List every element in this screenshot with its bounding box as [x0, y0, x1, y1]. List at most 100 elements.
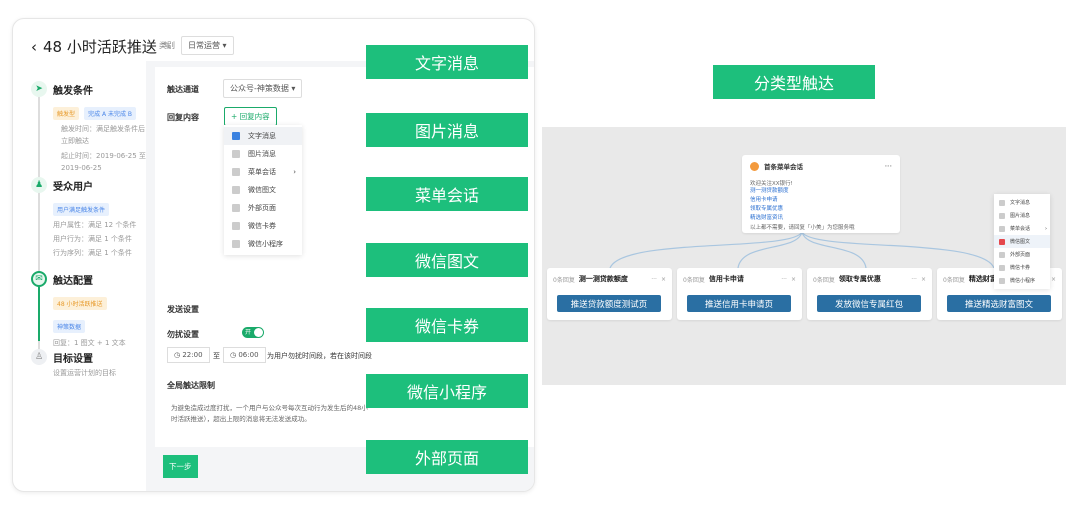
menu-item[interactable]: 微信卡券 — [994, 261, 1050, 274]
menu-item[interactable]: 微信小程序 — [994, 274, 1050, 287]
menu-label: 外部页面 — [1010, 252, 1031, 258]
child-node[interactable]: 0条回复 测一测贷款额度 ··· × 推送贷款额度测试页 — [547, 268, 672, 320]
back-icon[interactable]: ‹ — [31, 38, 37, 56]
time-from-input[interactable]: ◷ 22:00 — [167, 347, 210, 363]
menu-label: 微信图文 — [1010, 239, 1031, 245]
root-link[interactable]: 信用卡申请 — [750, 196, 892, 205]
more-icon[interactable]: ··· — [781, 276, 787, 283]
menu-item[interactable]: 外部页面 — [994, 248, 1050, 261]
root-link[interactable]: 领取专属优惠 — [750, 205, 892, 214]
step-detail: 起止时间：2019-06-25 至 2019-06-25 — [61, 152, 146, 172]
root-link[interactable]: 精选财富资讯 — [750, 214, 892, 223]
miniprogram-icon — [232, 240, 240, 248]
more-icon[interactable]: ··· — [911, 276, 917, 283]
child-action-button[interactable]: 发放微信专属红包 — [817, 295, 921, 312]
menu-label: 微信小程序 — [1010, 278, 1036, 284]
next-button[interactable]: 下一步 — [163, 455, 198, 478]
menu-label: 外部页面 — [248, 204, 276, 212]
channel-value: 公众号-神策数据 — [230, 84, 289, 93]
target-icon: ♙ — [31, 349, 47, 365]
send-settings-heading: 发送设置 — [167, 305, 199, 314]
root-menu-node[interactable]: 首条菜单会话 ··· 欢迎关注XX银行! 测一测贷款额度 信用卡申请 领取专属优惠… — [742, 155, 900, 233]
tag: 用户满足触发条件 — [53, 203, 110, 216]
text-icon — [232, 132, 240, 140]
root-footer: 以上都不需要，请回复「小美」为您服务哦 — [750, 225, 855, 231]
category: 类别 日常运营 ▾ — [159, 36, 234, 55]
message-icon: ✉ — [31, 271, 47, 287]
reply-label: 回复内容 — [167, 113, 199, 122]
menu-item[interactable]: 微信图文 — [994, 235, 1050, 248]
campaign-title: 48 小时活跃推送 — [43, 38, 157, 56]
menu-item-menu-session[interactable]: 菜单会话 › — [224, 163, 302, 181]
child-node[interactable]: 0条回复 领取专属优惠 ··· × 发放微信专属红包 — [807, 268, 932, 320]
menu-item-text[interactable]: 文字消息 — [224, 127, 302, 145]
menu-label: 图片消息 — [1010, 213, 1031, 219]
step-goal[interactable]: ♙ 目标设置 设置运营计划的目标 — [31, 349, 146, 379]
channel-label: 触达通道 — [167, 85, 199, 94]
root-intro: 欢迎关注XX银行! — [750, 181, 793, 187]
label-text-message: 文字消息 — [366, 45, 528, 79]
more-icon[interactable]: ··· — [885, 162, 892, 170]
right-title: 分类型触达 — [713, 65, 875, 99]
time-to-input[interactable]: ◷ 06:00 — [223, 347, 266, 363]
menu-item-miniprogram[interactable]: 微信小程序 — [224, 235, 302, 253]
menu-label: 菜单会话 — [1010, 226, 1031, 232]
menu-item-external[interactable]: 外部页面 — [224, 199, 302, 217]
reply-badge: 0条回复 — [683, 276, 705, 284]
menu-item[interactable]: 图片消息 — [994, 209, 1050, 222]
more-icon[interactable]: ··· — [651, 276, 657, 283]
channel-select[interactable]: 公众号-神策数据 ▾ — [223, 79, 303, 98]
image-icon — [999, 212, 1005, 219]
menu-item-image[interactable]: 图片消息 — [224, 145, 302, 163]
step-title: 受众用户 — [53, 181, 93, 193]
toggle-text: 开 — [245, 329, 252, 336]
step-detail: 用户属性：满足 12 个条件 — [53, 221, 137, 229]
step-audience[interactable]: ♟ 受众用户 用户满足触发条件 用户属性：满足 12 个条件 用户行为：满足 1 … — [31, 177, 146, 259]
child-title: 领取专属优惠 — [838, 275, 881, 283]
dnd-toggle[interactable]: 开 — [242, 327, 264, 338]
label-external-page: 外部页面 — [366, 440, 528, 474]
reply-badge: 0条回复 — [813, 276, 835, 284]
menu-item-card[interactable]: 微信卡券 — [224, 217, 302, 235]
close-icon[interactable]: × — [791, 276, 796, 283]
card-icon — [232, 222, 240, 230]
label-image-message: 图片消息 — [366, 113, 528, 147]
close-icon[interactable]: × — [661, 276, 666, 283]
dnd-label: 勿扰设置 — [167, 330, 199, 339]
connector — [609, 231, 803, 269]
label-wechat-card: 微信卡券 — [366, 308, 528, 342]
label-miniprogram: 微信小程序 — [366, 374, 528, 408]
node-type-menu: 文字消息 图片消息 菜单会话 › 微信图文 外部页面 微信卡券 微信小程序 — [994, 194, 1050, 289]
menu-item-article[interactable]: 微信图文 — [224, 181, 302, 199]
card-icon — [999, 264, 1005, 271]
child-title: 测一测贷款额度 — [578, 275, 628, 283]
close-icon[interactable]: × — [1051, 276, 1056, 283]
step-delivery[interactable]: ✉ 触达配置 48 小时活跃推送 神策数据 回复：1 图文 + 1 文本 — [31, 271, 146, 349]
child-action-button[interactable]: 推送贷款额度测试页 — [557, 295, 661, 312]
chevron-right-icon: › — [293, 168, 296, 176]
root-link[interactable]: 测一测贷款额度 — [750, 187, 892, 196]
page-icon — [232, 204, 240, 212]
image-icon — [232, 150, 240, 158]
child-action-button[interactable]: 推送精选财富图文 — [947, 295, 1051, 312]
step-detail: 行为序列：满足 1 个条件 — [53, 249, 132, 257]
menu-item[interactable]: 菜单会话 › — [994, 222, 1050, 235]
menu-label: 微信小程序 — [248, 240, 283, 248]
step-trigger[interactable]: ➤ 触发条件 触发型 完成 A 未完成 B 触发时间：满足触发条件后立即触达 起止… — [31, 81, 146, 174]
menu-icon — [232, 168, 240, 176]
child-action-button[interactable]: 推送信用卡申请页 — [687, 295, 791, 312]
menu-label: 微信卡券 — [1010, 265, 1031, 271]
child-node[interactable]: 0条回复 信用卡申请 ··· × 推送信用卡申请页 — [677, 268, 802, 320]
add-reply-button[interactable]: + 回复内容 — [224, 107, 277, 126]
page-title: ‹ 48 小时活跃推送 ✎ — [31, 36, 171, 57]
category-select[interactable]: 日常运营 ▾ — [181, 36, 234, 55]
close-icon[interactable]: × — [921, 276, 926, 283]
root-title: 首条菜单会话 — [764, 163, 803, 171]
step-detail: 触发时间：满足触发条件后立即触达 — [61, 125, 145, 145]
reply-type-menu: 文字消息 图片消息 菜单会话 › 微信图文 外部页面 微信卡券 微信小程序 — [224, 125, 302, 255]
reply-badge: 0条回复 — [943, 276, 965, 284]
step-detail: 用户行为：满足 1 个条件 — [53, 235, 132, 243]
menu-label: 微信卡券 — [248, 222, 276, 230]
to-label: 至 — [213, 352, 220, 360]
menu-item[interactable]: 文字消息 — [994, 196, 1050, 209]
